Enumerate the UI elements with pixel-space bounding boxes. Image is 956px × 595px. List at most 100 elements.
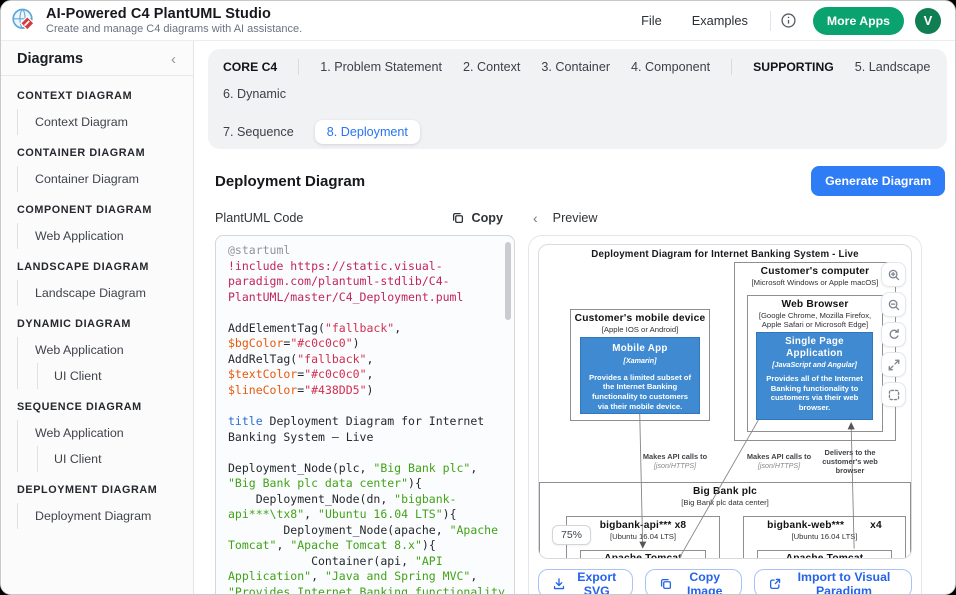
node-count: x4 [870, 520, 882, 531]
sidebar-section-items: Web ApplicationUI Client [17, 420, 193, 472]
tab-3-container[interactable]: 3. Container [541, 60, 610, 74]
code-line: !include https://static.visual- [228, 259, 506, 275]
node-tech: [Apple IOS or Android] [571, 325, 709, 334]
code-line: Tomcat", "Apache Tomcat 8.x"){ [228, 538, 506, 554]
node-tech: [Big Bank plc data center] [540, 498, 910, 507]
relation-label: Makes API calls to [json/HTTPS] [638, 452, 712, 470]
node-name: Apache Tomcat [758, 553, 891, 559]
app-title: AI-Powered C4 PlantUML Studio [46, 6, 302, 22]
code-line: $lineColor="#438DD5") [228, 383, 506, 399]
tab-8-deployment[interactable]: 8. Deployment [315, 120, 420, 144]
code-line: $bgColor="#c0c0c0") [228, 336, 506, 352]
sidebar-section-items: Container Diagram [17, 166, 193, 192]
zoom-in-button[interactable] [881, 262, 906, 287]
sidebar-item-ui-client[interactable]: UI Client [37, 446, 193, 472]
tab-7-sequence[interactable]: 7. Sequence [223, 125, 294, 139]
fit-button[interactable] [881, 382, 906, 407]
code-line: Container(api, "API [228, 554, 506, 570]
zoom-out-button[interactable] [881, 292, 906, 317]
tab-5-landscape[interactable]: 5. Landscape [855, 60, 931, 74]
sidebar-item-landscape-diagram[interactable]: Landscape Diagram [18, 280, 193, 306]
node-count: x8 [675, 520, 687, 531]
page-title: Deployment Diagram [215, 173, 365, 190]
code-line: Deployment_Node(apache, "Apache [228, 523, 506, 539]
copy-icon [659, 577, 673, 591]
copy-code-button[interactable]: Copy [451, 211, 503, 225]
node-tech: [Ubuntu 16.04 LTS] [744, 532, 905, 541]
action-label: Export SVG [574, 570, 619, 595]
more-apps-button[interactable]: More Apps [813, 7, 904, 35]
sidebar-item-context-diagram[interactable]: Context Diagram [18, 109, 193, 135]
copy-label: Copy [472, 211, 503, 225]
node-apache-tomcat-web: Apache Tomcat [757, 550, 892, 559]
sidebar-section-items: Deployment Diagram [17, 503, 193, 529]
sidebar-section-sequence-diagram: SEQUENCE DIAGRAM [1, 389, 193, 420]
tab-group-core-c4: CORE C4 [223, 60, 277, 74]
sidebar-section-items: Web ApplicationUI Client [17, 337, 193, 389]
code-line: Banking System – Live [228, 430, 506, 446]
sidebar-item-web-application[interactable]: Web Application [18, 337, 193, 363]
header-divider [770, 11, 771, 31]
tab-divider [298, 59, 299, 75]
sidebar-title: Diagrams [17, 51, 83, 67]
node-name: bigbank-api*** [600, 520, 672, 531]
container-single-page-application: Single Page Application [JavaScript and … [756, 332, 873, 420]
tab-1-problem-statement[interactable]: 1. Problem Statement [320, 60, 442, 74]
sidebar-sections: CONTEXT DIAGRAMContext DiagramCONTAINER … [1, 78, 193, 529]
sidebar-section-landscape-diagram: LANDSCAPE DIAGRAM [1, 249, 193, 280]
expand-icon [887, 358, 901, 372]
node-tech: [Microsoft Windows or Apple macOS] [735, 278, 895, 287]
code-line [228, 445, 506, 461]
fit-icon [887, 388, 901, 402]
app-header: AI-Powered C4 PlantUML Studio Create and… [1, 1, 955, 41]
sidebar-section-container-diagram: CONTAINER DIAGRAM [1, 135, 193, 166]
preview-panel-label: Preview [553, 211, 598, 225]
copy-image-button[interactable]: Copy Image [645, 569, 741, 595]
info-icon[interactable] [779, 11, 799, 31]
node-name: Big Bank plc [540, 486, 910, 497]
expand-button[interactable] [881, 352, 906, 377]
code-line: AddRelTag("fallback", [228, 352, 506, 368]
code-scrollbar[interactable] [505, 242, 511, 320]
avatar[interactable]: V [915, 8, 941, 34]
code-lines: @startuml!include https://static.visual-… [228, 243, 506, 595]
app-subtitle: Create and manage C4 diagrams with AI as… [46, 23, 302, 35]
tab-6-dynamic[interactable]: 6. Dynamic [223, 87, 286, 101]
import-to-visual-paradigm-button[interactable]: Import to Visual Paradigm [754, 569, 912, 595]
container-name: Single Page Application [757, 336, 872, 359]
main-content: CORE C4 1. Problem Statement 2. Context 3. … [194, 41, 955, 595]
generate-diagram-button[interactable]: Generate Diagram [811, 166, 945, 196]
reset-icon [887, 328, 901, 342]
export-svg-button[interactable]: Export SVG [538, 569, 633, 595]
tab-4-component[interactable]: 4. Component [631, 60, 710, 74]
code-line: $textColor="#c0c0c0", [228, 367, 506, 383]
sidebar-section-deployment-diagram: DEPLOYMENT DIAGRAM [1, 472, 193, 503]
tab-group-supporting: SUPPORTING [753, 60, 834, 74]
node-name: bigbank-web*** [767, 520, 844, 531]
diagram-canvas[interactable]: Deployment Diagram for Internet Banking … [538, 244, 912, 559]
sidebar-item-web-application[interactable]: Web Application [18, 420, 193, 446]
code-line: PlantUML/master/C4_Deployment.puml [228, 290, 506, 306]
reset-button[interactable] [881, 322, 906, 347]
code-panel-label: PlantUML Code [215, 211, 303, 225]
sidebar-item-ui-client[interactable]: UI Client [37, 363, 193, 389]
code-line: Application", "Java and Spring MVC", [228, 569, 506, 585]
sidebar-item-container-diagram[interactable]: Container Diagram [18, 166, 193, 192]
copy-icon [451, 211, 465, 225]
code-line: Deployment_Node(plc, "Big Bank plc", [228, 461, 506, 477]
sidebar-item-web-application[interactable]: Web Application [18, 223, 193, 249]
tab-divider [731, 59, 732, 75]
container-tech: [JavaScript and Angular] [757, 360, 872, 369]
plantuml-code-editor[interactable]: @startuml!include https://static.visual-… [215, 235, 515, 595]
sidebar-collapse-icon[interactable]: ‹ [171, 52, 176, 67]
sidebar: Diagrams ‹ CONTEXT DIAGRAMContext Diagra… [1, 41, 194, 595]
zoom-out-icon [887, 298, 901, 312]
container-name: Mobile App [581, 343, 699, 355]
code-line: paradigm.com/plantuml-stdlib/C4- [228, 274, 506, 290]
menu-file[interactable]: File [641, 13, 662, 28]
tab-2-context[interactable]: 2. Context [463, 60, 520, 74]
preview-collapse-icon[interactable]: ‹ [533, 210, 538, 226]
menu-examples[interactable]: Examples [692, 13, 748, 28]
sidebar-item-deployment-diagram[interactable]: Deployment Diagram [18, 503, 193, 529]
container-tech: [Xamarin] [581, 356, 699, 365]
